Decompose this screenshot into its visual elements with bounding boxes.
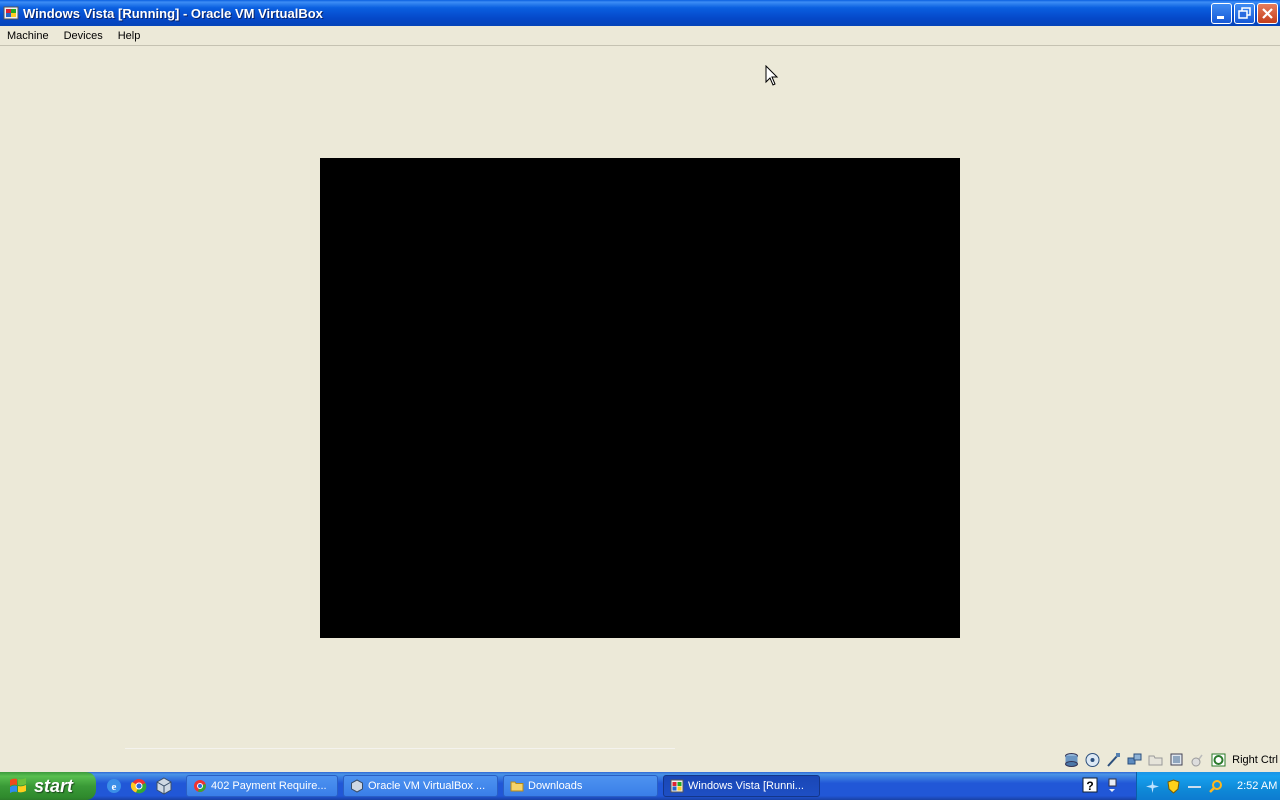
search-tray-icon[interactable]	[1208, 779, 1223, 794]
menu-bar: Machine Devices Help	[0, 26, 1280, 46]
status-bar: Right Ctrl	[0, 748, 1280, 772]
menu-devices[interactable]: Devices	[57, 26, 111, 46]
optical-drive-icon[interactable]	[1084, 752, 1101, 768]
display-icon[interactable]	[1168, 752, 1185, 768]
svg-text:e: e	[112, 781, 117, 793]
quick-launch: e	[104, 776, 174, 796]
title-bar[interactable]: Windows Vista [Running] - Oracle VM Virt…	[0, 0, 1280, 26]
task-label: Windows Vista [Runni...	[688, 780, 804, 792]
virtualbox-icon	[350, 779, 364, 793]
task-label: Oracle VM VirtualBox ...	[368, 780, 486, 792]
host-key-label: Right Ctrl	[1232, 754, 1278, 766]
start-button[interactable]: start	[0, 772, 96, 800]
status-divider	[125, 748, 675, 749]
restore-button[interactable]	[1234, 3, 1255, 24]
clock[interactable]: 2:52 AM	[1237, 780, 1277, 792]
task-label: 402 Payment Require...	[211, 780, 327, 792]
window-title: Windows Vista [Running] - Oracle VM Virt…	[23, 5, 323, 21]
safely-remove-icon[interactable]	[1104, 777, 1120, 793]
task-chrome[interactable]: 402 Payment Require...	[186, 775, 338, 797]
minimize-button[interactable]	[1211, 3, 1232, 24]
menu-machine[interactable]: Machine	[0, 26, 57, 46]
close-button[interactable]	[1257, 3, 1278, 24]
taskbar: start e 402 Payment Require... Oracle VM…	[0, 772, 1280, 800]
start-label: start	[34, 775, 74, 796]
vm-display[interactable]	[320, 158, 960, 638]
virtualization-icon[interactable]	[1210, 752, 1227, 768]
chrome-icon	[193, 779, 207, 793]
task-label: Downloads	[528, 780, 583, 792]
hard-disk-icon[interactable]	[1063, 752, 1080, 768]
network-tray-icon[interactable]	[1145, 779, 1160, 794]
task-downloads[interactable]: Downloads	[503, 775, 658, 797]
shared-folders-icon[interactable]	[1147, 752, 1164, 768]
task-vm-window[interactable]: Windows Vista [Runni...	[663, 775, 820, 797]
help-icon[interactable]: ?	[1082, 777, 1098, 793]
windows-logo-icon	[8, 776, 28, 796]
svg-text:?: ?	[1086, 779, 1093, 793]
network-icon[interactable]	[1126, 752, 1143, 768]
menu-help[interactable]: Help	[111, 26, 149, 46]
task-virtualbox-manager[interactable]: Oracle VM VirtualBox ...	[343, 775, 498, 797]
mouse-integration-icon[interactable]	[1189, 752, 1206, 768]
virtualbox-icon[interactable]	[154, 776, 174, 796]
ie-icon[interactable]: e	[104, 776, 124, 796]
mouse-cursor-icon	[765, 64, 779, 87]
system-tray: 2:52 AM	[1136, 772, 1280, 800]
usb-icon[interactable]	[1105, 752, 1122, 768]
folder-icon	[510, 779, 524, 793]
connection-icon[interactable]	[1187, 779, 1202, 794]
vm-window-icon	[670, 779, 684, 793]
security-shield-icon[interactable]	[1166, 778, 1181, 794]
chrome-icon[interactable]	[129, 776, 149, 796]
virtualbox-window-icon[interactable]	[3, 5, 19, 21]
